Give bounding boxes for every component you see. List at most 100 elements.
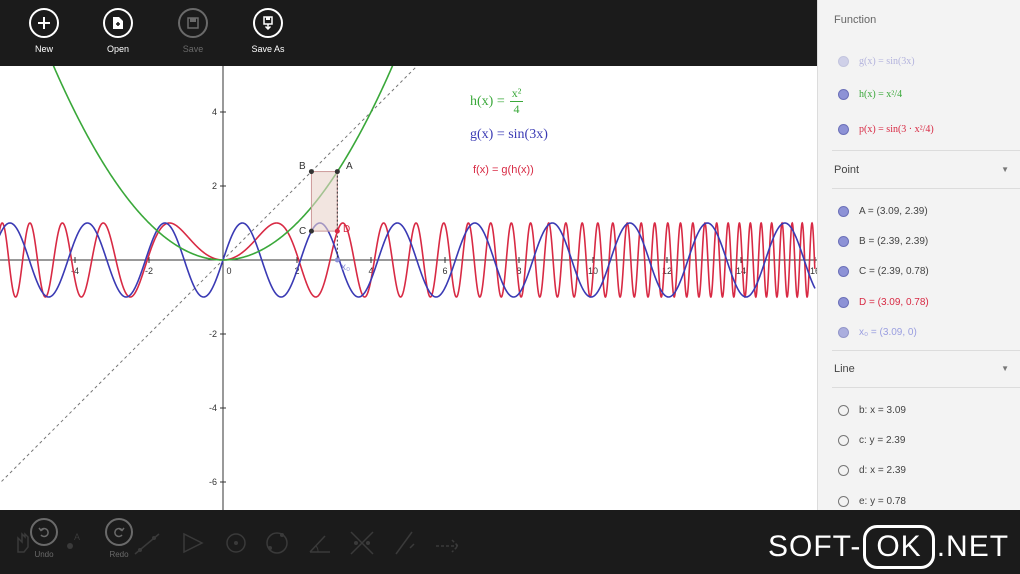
point-item-x0[interactable]: x₀ = (3.09, 0) [838,323,917,341]
graph-canvas[interactable]: -4-20246810121416642-2-4-6 [0,0,817,574]
function-item-g[interactable]: g(x) = sin(3x) [838,52,915,70]
point-label: B = (2.39, 2.39) [859,235,929,247]
point-D[interactable] [334,228,340,234]
x-tick-label: 0 [226,266,231,276]
g-formula[interactable]: g(x) = sin(3x) [470,127,548,143]
y-tick-label: -6 [209,477,217,487]
line-item-c[interactable]: c: y = 2.39 [838,431,905,449]
algebra-sidebar: Function g(x) = sin(3x) h(x) = x²/4 p(x)… [817,0,1020,510]
function-item-p[interactable]: p(x) = sin(3 · x²/4) [838,120,934,138]
point-item-A[interactable]: A = (3.09, 2.39) [838,202,928,220]
function-label: g(x) = sin(3x) [859,55,915,67]
save-disk-icon [178,8,208,38]
visibility-toggle[interactable] [838,235,849,247]
point-label-x0[interactable]: x₀ [341,262,350,273]
divider [832,188,1020,189]
line-label: d: x = 2.39 [859,464,906,476]
h-formula-denominator: 4 [513,102,520,116]
line-item-e[interactable]: e: y = 0.78 [838,492,906,510]
point-item-D[interactable]: D = (3.09, 0.78) [838,293,929,311]
move-tool-icon[interactable] [8,528,38,558]
point-label-D[interactable]: D [343,224,350,235]
save-button[interactable]: Save [163,8,223,60]
x-tick-label: 16 [810,266,817,276]
point-label: D = (3.09, 0.78) [859,296,929,308]
function-section-header[interactable]: Function [834,14,876,26]
line-section-header[interactable]: Line [834,363,855,375]
visibility-toggle[interactable] [838,296,849,308]
save-as-icon [253,8,283,38]
visibility-toggle[interactable] [838,55,849,67]
point-label: x₀ = (3.09, 0) [859,326,917,338]
x-tick-label: 6 [442,266,447,276]
save-button-label: Save [182,44,204,54]
point-A[interactable] [334,169,340,175]
point-label-B[interactable]: B [299,161,306,172]
point-tool-icon[interactable]: A [58,528,88,558]
polygon-tool-icon[interactable] [178,528,208,558]
line-tool-icon[interactable] [132,528,162,558]
point-label: A = (3.09, 2.39) [859,205,928,217]
visibility-toggle[interactable] [838,404,849,416]
point-label-C[interactable]: C [299,226,306,237]
divider [832,350,1020,351]
chevron-down-icon[interactable]: ▼ [1001,165,1009,174]
x-tick-label: 14 [736,266,746,276]
angle-tool-icon[interactable] [305,528,335,558]
line-label: b: x = 3.09 [859,404,906,416]
new-button-label: New [34,44,53,54]
point-label-A[interactable]: A [346,161,353,172]
visibility-toggle[interactable] [838,205,849,217]
x-tick-label: -2 [145,266,153,276]
circle-three-points-tool-icon[interactable] [262,528,292,558]
function-item-h[interactable]: h(x) = x²/4 [838,85,902,103]
point-x0[interactable] [334,257,340,263]
new-button[interactable]: New [14,8,74,60]
save-as-button-label: Save As [251,44,285,54]
function-label: p(x) = sin(3 · x²/4) [859,123,934,135]
visibility-toggle[interactable] [838,88,849,100]
circle-center-tool-icon[interactable] [221,528,251,558]
plus-icon [29,8,59,38]
h-formula-left: h(x) = [470,93,505,109]
redo-icon [105,518,133,546]
visibility-toggle[interactable] [838,434,849,446]
line-item-b[interactable]: b: x = 3.09 [838,401,906,419]
reflect-tool-icon[interactable] [347,528,377,558]
line-label: e: y = 0.78 [859,495,906,507]
watermark-right: .NET [936,530,1010,563]
h-formula-numerator: x² [509,86,524,102]
svg-text:A: A [74,532,80,542]
function-label: h(x) = x²/4 [859,88,903,100]
visibility-toggle[interactable] [838,464,849,476]
point-item-B[interactable]: B = (2.39, 2.39) [838,232,928,250]
line-label: c: y = 2.39 [859,434,906,446]
soft-ok-watermark: SOFT- OK .NET [768,525,1009,569]
point-section-header[interactable]: Point [834,164,859,176]
point-item-C[interactable]: C = (2.39, 0.78) [838,262,929,280]
visibility-toggle[interactable] [838,123,849,135]
construction-rectangle[interactable] [310,171,338,232]
slider-tool-icon[interactable] [390,528,420,558]
point-label: C = (2.39, 0.78) [859,265,929,277]
save-as-button[interactable]: Save As [238,8,298,60]
open-button[interactable]: Open [88,8,148,60]
watermark-box: OK [863,525,935,569]
f-formula[interactable]: f(x) = g(h(x)) [473,164,534,176]
chevron-down-icon[interactable]: ▼ [1001,364,1009,373]
y-tick-label: -4 [209,403,217,413]
watermark-left: SOFT- [768,530,862,563]
visibility-toggle[interactable] [838,495,849,507]
line-item-d[interactable]: d: x = 2.39 [838,461,906,479]
open-button-label: Open [106,44,130,54]
h-formula[interactable]: h(x) = x² 4 [470,86,524,117]
open-file-icon [103,8,133,38]
y-tick-label: 2 [212,181,217,191]
point-C[interactable] [308,228,314,234]
divider [832,150,1020,151]
y-tick-label: 4 [212,107,217,117]
point-B[interactable] [308,169,314,175]
visibility-toggle[interactable] [838,265,849,277]
visibility-toggle[interactable] [838,326,849,338]
move-graphics-tool-icon[interactable] [432,528,462,558]
